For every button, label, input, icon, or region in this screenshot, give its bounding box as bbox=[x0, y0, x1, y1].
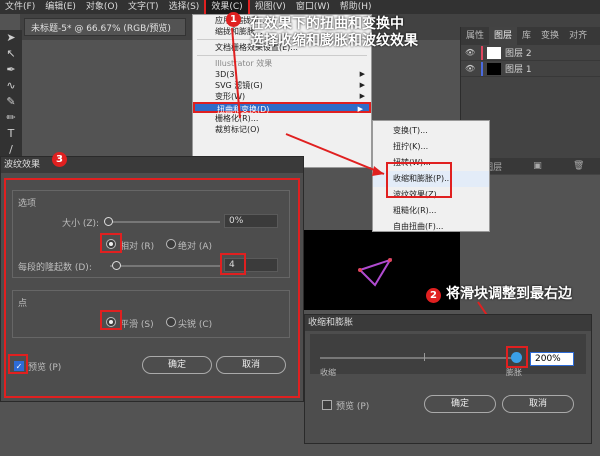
size-slider-knob[interactable] bbox=[104, 217, 113, 226]
corner-label: 尖锐 (C) bbox=[178, 320, 213, 330]
options-label: 选项 bbox=[18, 199, 37, 209]
size-slider-track[interactable] bbox=[106, 221, 220, 223]
pucker-label: 收缩 bbox=[320, 368, 336, 377]
ridges-slider-track[interactable] bbox=[110, 265, 220, 267]
relative-label: 相对 (R) bbox=[120, 242, 155, 252]
smooth-label: 平滑 (S) bbox=[120, 320, 154, 330]
absolute-label: 绝对 (A) bbox=[178, 242, 213, 252]
points-group bbox=[12, 290, 290, 338]
bloat-label: 膨胀 bbox=[506, 368, 522, 377]
preview-highlight-box bbox=[8, 354, 28, 374]
preview-label: 预览 (P) bbox=[28, 363, 62, 373]
dialog-title: 波纹效果 bbox=[1, 157, 303, 173]
pucker-slider-track[interactable] bbox=[320, 357, 516, 359]
size-label: 大小 (Z): bbox=[62, 219, 100, 229]
annotation-note-2: 将滑块调整到最右边 bbox=[446, 286, 572, 302]
preview-checkbox[interactable] bbox=[322, 400, 332, 410]
step-badge-2: 2 bbox=[426, 288, 441, 303]
relative-highlight-box bbox=[100, 233, 122, 253]
ridges-highlight-box bbox=[220, 253, 246, 275]
ok-button[interactable]: 确定 bbox=[142, 356, 212, 374]
ok-button[interactable]: 确定 bbox=[424, 395, 496, 413]
dialog-title: 收缩和膨胀 bbox=[305, 315, 591, 331]
ridges-label: 每段的隆起数 (D): bbox=[18, 263, 92, 273]
smooth-highlight-box bbox=[100, 310, 122, 330]
step-badge-3: 3 bbox=[52, 152, 67, 167]
corner-radio[interactable] bbox=[166, 317, 176, 327]
preview-label: 预览 (P) bbox=[336, 402, 370, 412]
cancel-button[interactable]: 取消 bbox=[502, 395, 574, 413]
size-input[interactable]: 0% bbox=[224, 214, 278, 228]
absolute-radio[interactable] bbox=[166, 239, 176, 249]
cancel-button[interactable]: 取消 bbox=[216, 356, 286, 374]
knob-highlight-box bbox=[506, 346, 528, 368]
pucker-value-input[interactable]: 200% bbox=[530, 352, 574, 366]
slider-center-tick bbox=[424, 353, 425, 361]
points-label: 点 bbox=[18, 299, 28, 309]
